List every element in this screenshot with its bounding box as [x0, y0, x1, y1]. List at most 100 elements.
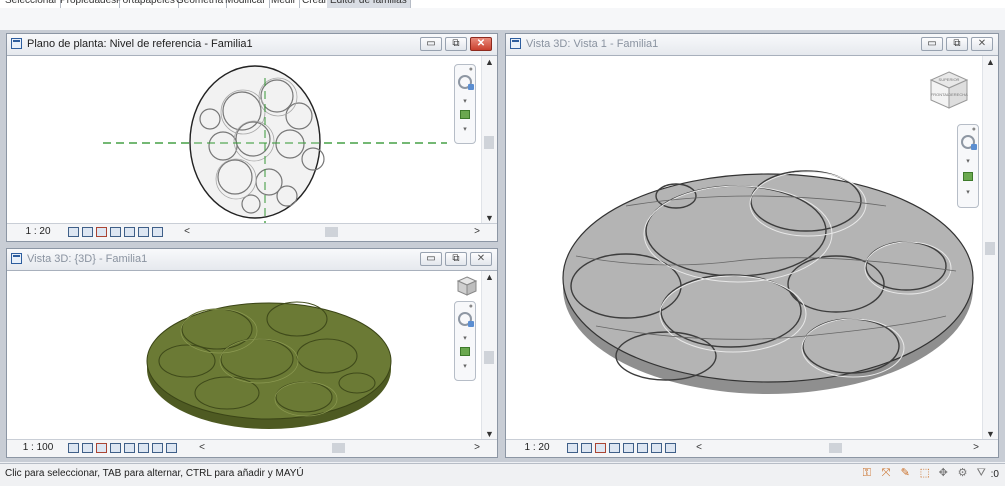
steering-wheel-icon[interactable] — [458, 312, 474, 327]
ribbon-tab-medir[interactable]: Medir — [268, 0, 301, 8]
plan-view-canvas[interactable]: ● ▾ ▾ — [7, 56, 482, 224]
underlay-select-icon[interactable]: ⤧ — [882, 467, 895, 480]
navbar-options-icon[interactable]: ● — [469, 303, 473, 310]
restore-button[interactable]: ⧉ — [946, 37, 968, 51]
scroll-right-arrow[interactable]: > — [472, 442, 482, 454]
restore-button[interactable]: ⧉ — [445, 37, 467, 51]
scroll-right-arrow[interactable]: > — [971, 442, 981, 454]
scroll-up-arrow[interactable]: ▲ — [482, 271, 497, 283]
temporary-hide-icon[interactable] — [166, 443, 177, 453]
pinned-select-icon[interactable]: ✎ — [901, 467, 914, 480]
background-process-icon[interactable]: ⚙ — [958, 467, 971, 480]
minimize-button[interactable]: ▭ — [921, 37, 943, 51]
visual-style-icon[interactable] — [82, 443, 93, 453]
vista1-horizontal-scrollbar[interactable]: < > — [694, 442, 981, 454]
scroll-thumb[interactable] — [325, 227, 338, 237]
shadows-icon[interactable] — [110, 443, 121, 453]
link-select-icon[interactable]: ⚿ — [863, 467, 876, 480]
scroll-thumb[interactable] — [829, 443, 842, 453]
temporary-hide-icon[interactable] — [665, 443, 676, 453]
zoom-region-icon[interactable] — [460, 347, 470, 356]
close-button[interactable]: ✕ — [971, 37, 993, 51]
render-icon[interactable] — [124, 443, 135, 453]
vista1-vertical-scrollbar[interactable]: ▲ ▼ — [982, 56, 998, 440]
3d-vertical-scrollbar[interactable]: ▲ ▼ — [481, 271, 497, 440]
ribbon-tab-geometria[interactable]: Geometría — [173, 0, 228, 8]
ribbon-tab-propiedades[interactable]: Propiedades — [57, 0, 121, 8]
crop-view-icon[interactable] — [637, 443, 648, 453]
vista1-view-canvas[interactable]: SUPERIOR FRONTAL DERECHA ● ▾ ▾ — [506, 56, 983, 440]
ribbon-tab-seleccionar[interactable]: Seleccionar — [2, 0, 62, 8]
close-button[interactable]: ✕ — [470, 252, 492, 266]
scroll-thumb[interactable] — [985, 242, 995, 255]
shadows-icon[interactable] — [110, 227, 121, 237]
close-button[interactable]: ✕ — [470, 37, 492, 51]
plan-vertical-scrollbar[interactable]: ▲ ▼ — [481, 56, 497, 224]
zoom-region-icon[interactable] — [460, 110, 470, 119]
close-icon: ✕ — [476, 253, 486, 264]
steering-wheel-dropdown[interactable]: ▾ — [958, 157, 978, 165]
scroll-thumb[interactable] — [484, 351, 494, 364]
view-scale[interactable]: 1 : 20 — [516, 442, 558, 453]
filter-icon[interactable]: ⛛ — [977, 467, 990, 480]
sun-path-icon[interactable] — [595, 443, 606, 453]
restore-icon: ⧉ — [452, 38, 460, 49]
scroll-left-arrow[interactable]: < — [182, 226, 192, 238]
visual-style-icon[interactable] — [581, 443, 592, 453]
scroll-up-arrow[interactable]: ▲ — [482, 56, 497, 68]
3d-view-canvas[interactable]: ● ▾ ▾ — [7, 271, 482, 440]
shadows-icon[interactable] — [609, 443, 620, 453]
3d-horizontal-scrollbar[interactable]: < > — [197, 442, 482, 454]
scroll-right-arrow[interactable]: > — [472, 226, 482, 238]
scroll-thumb[interactable] — [332, 443, 345, 453]
steering-wheel-icon[interactable] — [961, 135, 977, 150]
vista1-view-control-bar: 1 : 20 < > — [506, 439, 998, 457]
zoom-dropdown[interactable]: ▾ — [455, 125, 475, 133]
3d-view-window[interactable]: Vista 3D: {3D} - Familia1 ▭ ⧉ ✕ ● ▾ ▾ ▲ … — [6, 248, 498, 458]
viewcube-icon[interactable]: SUPERIOR FRONTAL DERECHA — [927, 70, 971, 110]
viewcube-icon[interactable] — [456, 275, 478, 297]
drag-select-icon[interactable]: ✥ — [939, 467, 952, 480]
view-scale[interactable]: 1 : 20 — [17, 226, 59, 237]
vista1-view-window[interactable]: Vista 3D: Vista 1 - Familia1 ▭ ⧉ ✕ SUPER… — [505, 33, 999, 458]
detail-level-icon[interactable] — [68, 443, 79, 453]
scroll-up-arrow[interactable]: ▲ — [983, 56, 998, 68]
ribbon-tab-portapapeles[interactable]: Portapapeles — [113, 0, 179, 8]
minimize-button[interactable]: ▭ — [420, 37, 442, 51]
navbar-options-icon[interactable]: ● — [469, 66, 473, 73]
show-crop-region-icon[interactable] — [152, 443, 163, 453]
temporary-hide-icon[interactable] — [152, 227, 163, 237]
face-select-icon[interactable]: ⬚ — [920, 467, 933, 480]
scroll-thumb[interactable] — [484, 136, 494, 149]
detail-level-icon[interactable] — [68, 227, 79, 237]
crop-view-icon[interactable] — [138, 443, 149, 453]
ribbon-tab-modificar[interactable]: Modificar — [222, 0, 270, 8]
navbar-options-icon[interactable]: ● — [972, 126, 976, 133]
show-crop-region-icon[interactable] — [651, 443, 662, 453]
view-scale[interactable]: 1 : 100 — [17, 442, 59, 453]
steering-wheel-dropdown[interactable]: ▾ — [455, 334, 475, 342]
detail-level-icon[interactable] — [567, 443, 578, 453]
steering-wheel-dropdown[interactable]: ▾ — [455, 97, 475, 105]
scroll-left-arrow[interactable]: < — [694, 442, 704, 454]
ribbon-tab-editor-de-familias[interactable]: Editor de familias — [327, 0, 411, 8]
plan-view-titlebar[interactable]: Plano de planta: Nivel de referencia - F… — [7, 34, 497, 56]
sun-path-icon[interactable] — [96, 227, 107, 237]
show-crop-region-icon[interactable] — [138, 227, 149, 237]
restore-button[interactable]: ⧉ — [445, 252, 467, 266]
plan-horizontal-scrollbar[interactable]: < > — [182, 226, 482, 238]
render-icon[interactable] — [623, 443, 634, 453]
sun-path-icon[interactable] — [96, 443, 107, 453]
zoom-dropdown[interactable]: ▾ — [958, 188, 978, 196]
vista1-view-titlebar[interactable]: Vista 3D: Vista 1 - Familia1 ▭ ⧉ ✕ — [506, 34, 998, 56]
zoom-dropdown[interactable]: ▾ — [455, 362, 475, 370]
zoom-region-icon[interactable] — [963, 172, 973, 181]
crop-view-icon[interactable] — [124, 227, 135, 237]
minimize-button[interactable]: ▭ — [420, 252, 442, 266]
steering-wheel-icon[interactable] — [458, 75, 474, 90]
visual-style-icon[interactable] — [82, 227, 93, 237]
scroll-left-arrow[interactable]: < — [197, 442, 207, 454]
plan-view-window[interactable]: Plano de planta: Nivel de referencia - F… — [6, 33, 498, 242]
3d-view-titlebar[interactable]: Vista 3D: {3D} - Familia1 ▭ ⧉ ✕ — [7, 249, 497, 271]
restore-icon: ⧉ — [452, 253, 460, 264]
